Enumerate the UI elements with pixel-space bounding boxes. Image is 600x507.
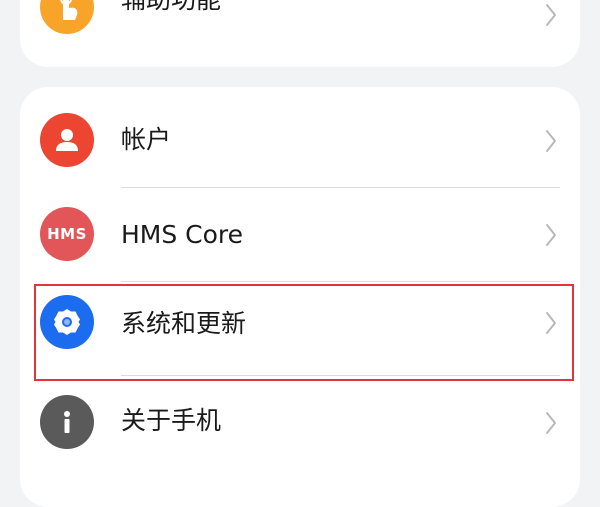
chevron-right-icon bbox=[546, 130, 556, 152]
chevron-right-icon bbox=[546, 224, 556, 246]
settings-item-about-phone[interactable]: 关于手机 bbox=[20, 375, 580, 469]
settings-item-label: 系统和更新 bbox=[121, 309, 247, 338]
info-icon bbox=[40, 395, 94, 449]
settings-item-hms-core[interactable]: HMS HMS Core bbox=[20, 187, 580, 281]
chevron-right-icon bbox=[546, 4, 556, 26]
chevron-right-icon bbox=[546, 412, 556, 434]
settings-item-system-update[interactable]: 系统和更新 bbox=[20, 281, 580, 375]
settings-item-label: 帐户 bbox=[121, 125, 172, 154]
settings-item-label: HMS Core bbox=[121, 220, 244, 249]
gear-icon bbox=[40, 295, 94, 349]
settings-item-label: 关于手机 bbox=[121, 406, 222, 435]
settings-card-top: 辅助功能 bbox=[20, 0, 580, 67]
hms-core-icon: HMS bbox=[40, 207, 94, 261]
settings-item-label: 辅助功能 bbox=[121, 0, 221, 15]
settings-item-accessibility[interactable]: 辅助功能 bbox=[20, 0, 580, 54]
hms-icon-text: HMS bbox=[47, 225, 87, 243]
settings-card-main: 帐户 HMS HMS Core 系统和更新 关于手机 bbox=[20, 87, 580, 507]
account-person-icon bbox=[40, 113, 94, 167]
chevron-right-icon bbox=[546, 312, 556, 334]
settings-item-account[interactable]: 帐户 bbox=[20, 87, 580, 181]
accessibility-hand-icon bbox=[40, 0, 94, 34]
